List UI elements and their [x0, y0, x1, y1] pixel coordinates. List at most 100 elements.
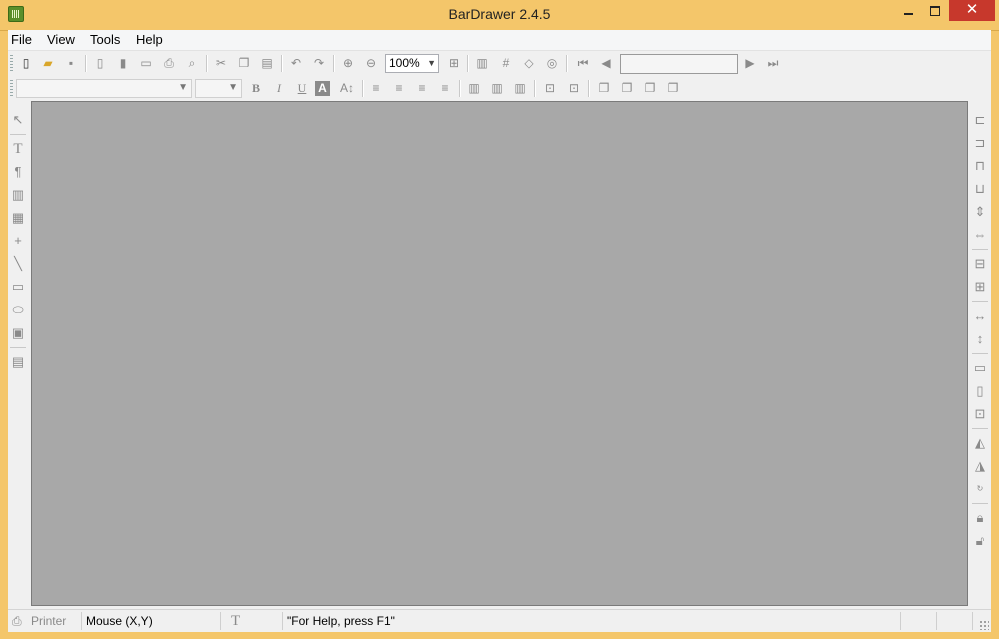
barcode-tool-icon[interactable]: ▥ [9, 186, 27, 204]
bold-button[interactable]: B [247, 80, 265, 97]
flip-horizontal-icon[interactable]: ◭ [971, 434, 989, 452]
database-field-tool-icon[interactable]: ▤ [9, 353, 27, 371]
title-bar[interactable]: BarDrawer 2.4.5 ✕ [0, 0, 999, 31]
line-tool-icon[interactable]: ╲ [9, 255, 27, 273]
send-backward-icon[interactable]: ❐ [641, 80, 659, 97]
menu-tools[interactable]: Tools [90, 32, 120, 47]
close-button[interactable]: ✕ [949, 0, 995, 21]
zoom-out-icon[interactable]: ⊖ [362, 55, 380, 72]
save-icon[interactable]: ▪ [62, 55, 80, 72]
2d-barcode-tool-icon[interactable]: ▦ [9, 209, 27, 227]
wizard-icon[interactable]: ◎ [543, 55, 561, 72]
paragraph-tool-icon[interactable]: ¶ [9, 163, 27, 181]
text-size-icon[interactable]: A↕ [338, 80, 356, 97]
menu-file[interactable]: File [11, 32, 32, 47]
minimize-button[interactable] [893, 0, 923, 21]
align-right-icon[interactable]: ≡ [413, 80, 431, 97]
ungroup-icon[interactable]: ⊡ [565, 80, 583, 97]
palette-separator [10, 134, 26, 135]
align-left-icon[interactable]: ≡ [367, 80, 385, 97]
barcode-settings-icon[interactable]: ▥ [473, 55, 491, 72]
zoom-in-icon[interactable]: ⊕ [339, 55, 357, 72]
last-record-icon[interactable]: ⏭ [764, 55, 782, 72]
database-icon[interactable]: ▮ [114, 55, 132, 72]
text-tool-icon[interactable]: T [9, 140, 27, 158]
status-help: "For Help, press F1" [283, 612, 901, 630]
fit-page-icon[interactable]: ⊞ [445, 55, 463, 72]
barcode-text-icon[interactable]: ▥ [488, 80, 506, 97]
align-right-edges-icon[interactable]: ⊐ [971, 134, 989, 152]
new-file-icon[interactable]: ▯ [17, 55, 35, 72]
standard-toolbar: ▯ ▰ ▪ ▯ ▮ ▭ ⎙ ⌕ ✂ ❐ ▤ ↶ ↷ ⊕ ⊖ 100% ▼ ⊞ ▥… [8, 51, 991, 76]
toolbar-separator [206, 55, 208, 72]
resize-grip[interactable] [979, 620, 989, 630]
chevron-down-icon: ▼ [178, 82, 188, 93]
same-height-icon[interactable]: ▯ [971, 382, 989, 400]
align-horizontal-center-icon[interactable]: ⇔ [971, 226, 989, 244]
rotate-180-icon[interactable]: ↻ [971, 480, 989, 498]
barcode-icon[interactable]: ▥ [465, 80, 483, 97]
unlock-icon[interactable]: 🔓︎ [971, 532, 989, 550]
font-name-select[interactable]: ▼ [16, 79, 192, 98]
first-record-icon[interactable]: ⏮ [574, 55, 592, 72]
cross-tool-icon[interactable]: + [9, 232, 27, 250]
align-vertical-center-icon[interactable]: ⇕ [971, 203, 989, 221]
maximize-icon [930, 6, 940, 17]
window-icon[interactable]: ▭ [137, 55, 155, 72]
align-top-edges-icon[interactable]: ⊓ [971, 157, 989, 175]
send-to-back-icon[interactable]: ❐ [664, 80, 682, 97]
grid-icon[interactable]: # [497, 55, 515, 72]
space-down-icon[interactable]: ↕ [971, 330, 989, 348]
text-tool-status-icon: T [231, 613, 241, 629]
print-icon[interactable]: ⎙ [160, 55, 178, 72]
open-folder-icon[interactable]: ▰ [39, 55, 57, 72]
drawing-canvas[interactable] [31, 101, 968, 606]
toolbar-grip[interactable] [10, 55, 13, 72]
page-icon[interactable]: ▯ [91, 55, 109, 72]
ellipse-tool-icon[interactable]: ⬭ [9, 301, 27, 319]
align-left-edges-icon[interactable]: ⊏ [971, 111, 989, 129]
cut-icon[interactable]: ✂ [212, 55, 230, 72]
toolbar-separator [588, 80, 590, 97]
align-center-icon[interactable]: ≡ [390, 80, 408, 97]
printer-label: Printer [30, 614, 67, 628]
text-barcode-icon[interactable]: ▥ [511, 80, 529, 97]
underline-button[interactable]: U [293, 80, 311, 97]
text-color-button[interactable]: A [315, 81, 330, 96]
space-across-icon[interactable]: ↔ [971, 307, 989, 325]
group-icon[interactable]: ⊡ [541, 80, 559, 97]
menu-view[interactable]: View [47, 32, 75, 47]
record-field[interactable] [620, 54, 738, 74]
italic-button[interactable]: I [270, 80, 288, 97]
image-tool-icon[interactable]: ▣ [9, 324, 27, 342]
redo-icon[interactable]: ↷ [310, 55, 328, 72]
next-record-icon[interactable]: ▶ [741, 55, 759, 72]
paste-icon[interactable]: ▤ [258, 55, 276, 72]
format-toolbar: ▼ ▼ B I U A A↕ ≡ ≡ ≡ ≡ ▥ ▥ ▥ ⊡ ⊡ ❐ ❐ ❐ ❐ [8, 76, 991, 101]
maximize-button[interactable] [921, 0, 949, 21]
tag-icon[interactable]: ◇ [520, 55, 538, 72]
flip-vertical-icon[interactable]: ◮ [971, 457, 989, 475]
same-size-icon[interactable]: ⊡ [971, 405, 989, 423]
bring-forward-icon[interactable]: ❐ [618, 80, 636, 97]
menu-help[interactable]: Help [136, 32, 163, 47]
printer-icon: ⎙ [12, 614, 22, 628]
copy-icon[interactable]: ❐ [235, 55, 253, 72]
font-size-select[interactable]: ▼ [195, 79, 242, 98]
bring-to-front-icon[interactable]: ❐ [595, 80, 613, 97]
help-text: "For Help, press F1" [287, 614, 395, 628]
lock-icon[interactable]: 🔒︎ [971, 509, 989, 527]
align-bottom-edges-icon[interactable]: ⊔ [971, 180, 989, 198]
print-preview-icon[interactable]: ⌕ [183, 55, 201, 72]
rectangle-tool-icon[interactable]: ▭ [9, 278, 27, 296]
pointer-icon[interactable]: ↖ [9, 111, 27, 129]
undo-icon[interactable]: ↶ [287, 55, 305, 72]
same-width-icon[interactable]: ▭ [971, 359, 989, 377]
toolbar-grip[interactable] [10, 80, 13, 97]
center-horizontally-icon[interactable]: ⊞ [971, 278, 989, 296]
center-vertically-icon[interactable]: ⊟ [971, 255, 989, 273]
justify-icon[interactable]: ≡ [436, 80, 454, 97]
menu-bar: File View Tools Help [8, 30, 991, 51]
zoom-select[interactable]: 100% ▼ [385, 54, 439, 73]
previous-record-icon[interactable]: ◀ [597, 55, 615, 72]
